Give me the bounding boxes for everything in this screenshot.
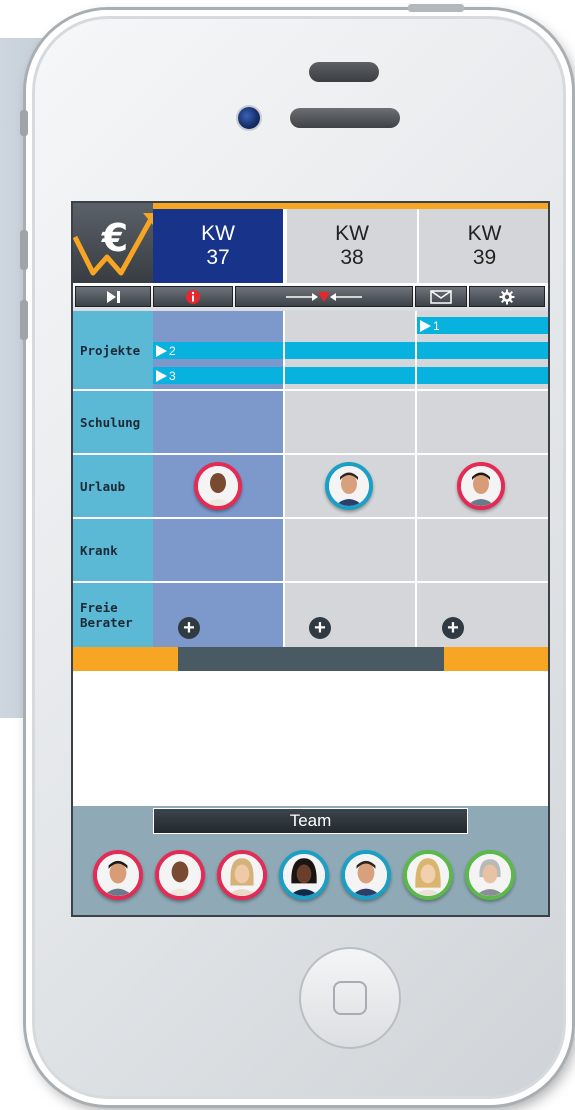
project-number: 3: [169, 368, 176, 383]
row-label-text: Urlaub: [80, 478, 126, 494]
project-label-3: 3: [156, 367, 176, 384]
person-avatar-icon: [97, 854, 139, 896]
team-member-avatar[interactable]: [341, 850, 391, 900]
zoom-in-arrows-icon: [286, 291, 362, 302]
info-button[interactable]: [153, 286, 233, 307]
power-button: [408, 4, 464, 12]
toolbar: [73, 283, 548, 311]
vacation-avatar-week-39[interactable]: [457, 462, 505, 510]
row-divider: [73, 581, 548, 583]
info-icon: [186, 289, 200, 304]
project-label-1: 1: [420, 317, 440, 334]
week-number: 39: [472, 246, 497, 269]
add-consultant-week-37-button[interactable]: +: [178, 617, 200, 639]
project-number: 1: [433, 318, 440, 333]
skip-to-end-button[interactable]: [75, 286, 151, 307]
row-label-training: Schulung: [73, 391, 153, 453]
person-avatar-icon: [345, 854, 387, 896]
week-number: 37: [206, 246, 230, 269]
play-icon: [156, 344, 167, 357]
row-label-text: Schulung: [80, 414, 141, 430]
row-label-text: Projekte: [80, 342, 141, 358]
zoom-in-button[interactable]: [235, 286, 413, 307]
home-button[interactable]: [299, 947, 401, 1049]
volume-down-button: [20, 300, 28, 340]
team-member-avatar[interactable]: [279, 850, 329, 900]
person-avatar-icon: [407, 854, 449, 896]
team-member-avatar[interactable]: [403, 850, 453, 900]
row-divider: [73, 453, 548, 455]
app-logo: €: [73, 203, 154, 283]
row-label-text: Freie Berater: [80, 600, 133, 630]
mail-button[interactable]: [415, 286, 467, 307]
row-label-text: Krank: [80, 542, 118, 558]
add-consultant-week-38-button[interactable]: +: [309, 617, 331, 639]
row-label-line: Freie: [80, 600, 118, 615]
volume-up-button: [20, 230, 28, 270]
team-header: Team: [153, 808, 468, 834]
team-member-avatar[interactable]: [217, 850, 267, 900]
person-avatar-icon: [329, 466, 369, 506]
person-avatar-icon: [283, 854, 325, 896]
gear-icon: [499, 289, 515, 304]
camera-icon: [238, 107, 260, 129]
team-label: Team: [289, 811, 332, 830]
project-bar-2[interactable]: [153, 342, 548, 359]
settings-button[interactable]: [469, 286, 545, 307]
week-tab-39[interactable]: KW 39: [417, 209, 548, 283]
project-label-2: 2: [156, 342, 176, 359]
person-avatar-icon: [159, 854, 201, 896]
row-label-sick: Krank: [73, 519, 153, 581]
week-label: KW: [201, 222, 235, 245]
timeline-scroll-thumb[interactable]: [178, 647, 444, 671]
week-tab-37[interactable]: KW 37: [153, 209, 283, 283]
row-label-vacation: Urlaub: [73, 455, 153, 517]
person-avatar-icon: [221, 854, 263, 896]
row-label-projects: Projekte: [73, 311, 153, 389]
week-number: 38: [340, 246, 364, 269]
top-speaker: [309, 62, 379, 82]
euro-symbol: €: [101, 216, 128, 260]
person-avatar-icon: [198, 466, 238, 506]
home-square-icon: [333, 981, 367, 1015]
vacation-avatar-week-38[interactable]: [325, 462, 373, 510]
earpiece-speaker: [290, 108, 400, 128]
add-consultant-week-39-button[interactable]: +: [442, 617, 464, 639]
team-member-avatar[interactable]: [465, 850, 515, 900]
column-divider: [415, 311, 417, 647]
mail-icon: [430, 289, 452, 304]
mute-switch: [20, 110, 28, 136]
person-avatar-icon: [469, 854, 511, 896]
play-icon: [156, 369, 167, 382]
vacation-avatar-week-37[interactable]: [194, 462, 242, 510]
team-member-avatar[interactable]: [93, 850, 143, 900]
row-label-free-consultants: Freie Berater: [73, 583, 153, 647]
project-bar-3[interactable]: [153, 367, 548, 384]
column-divider: [283, 311, 285, 647]
week-tab-38[interactable]: KW 38: [285, 209, 417, 283]
play-icon: [420, 319, 431, 332]
logo-chart-icon: €: [73, 213, 154, 276]
row-label-line: Berater: [80, 615, 133, 630]
skip-to-end-icon: [107, 290, 120, 303]
week-label: KW: [335, 222, 369, 245]
project-number: 2: [169, 343, 176, 358]
app-screen: € KW 37 KW 38 KW 39 Projekte Schulung Ur…: [73, 203, 548, 915]
row-divider: [73, 517, 548, 519]
row-divider: [73, 389, 548, 391]
week-label: KW: [467, 222, 502, 245]
person-avatar-icon: [461, 466, 501, 506]
team-member-avatar[interactable]: [155, 850, 205, 900]
